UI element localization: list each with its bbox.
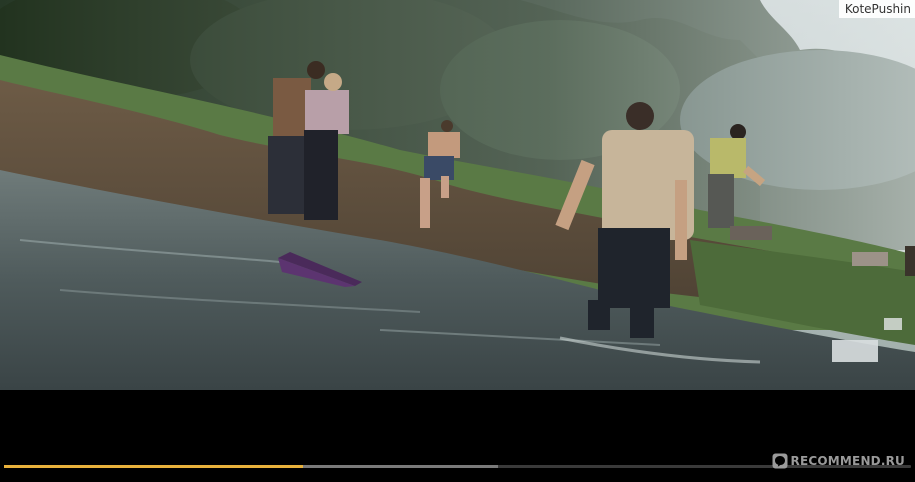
watermark-text: RECOMMEND.RU xyxy=(790,454,905,468)
video-player[interactable]: KotePushin RECOMMEND.RU xyxy=(0,0,915,482)
username-overlay: KotePushin xyxy=(838,0,915,18)
video-frame[interactable]: KotePushin xyxy=(0,0,915,390)
video-scene-image xyxy=(0,0,915,390)
watermark: RECOMMEND.RU xyxy=(772,451,905,471)
progress-played xyxy=(4,465,304,468)
recommend-logo-icon xyxy=(772,453,788,469)
